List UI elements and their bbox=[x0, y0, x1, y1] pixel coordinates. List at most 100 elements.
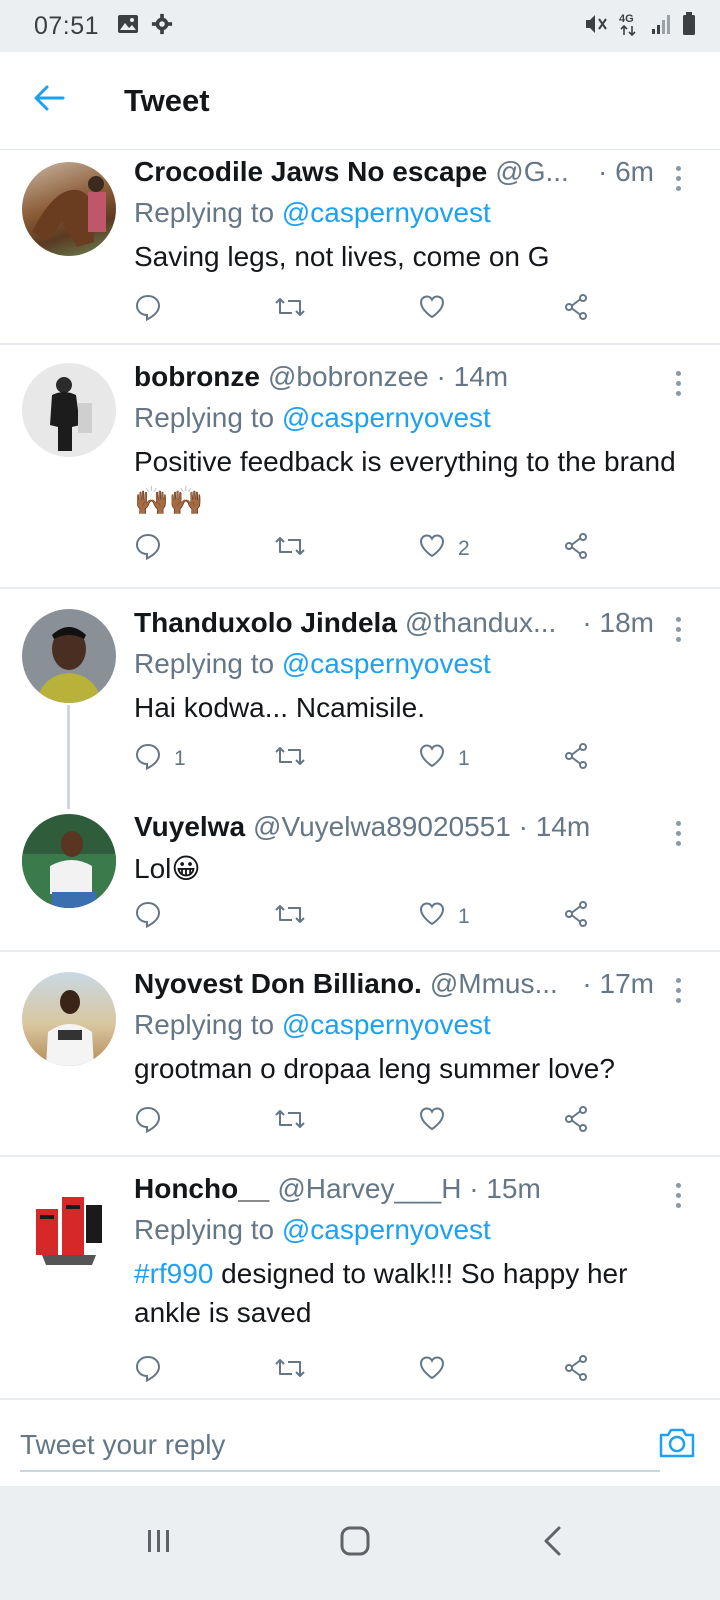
more-options-button[interactable] bbox=[666, 160, 690, 196]
like-count: 2 bbox=[458, 537, 470, 560]
mention-link[interactable]: @caspernyovest bbox=[282, 402, 491, 433]
author-handle[interactable]: @Mmus... bbox=[430, 966, 558, 1002]
tweet-item[interactable]: Crocodile Jaws No escape @G... · 6m Repl… bbox=[0, 150, 720, 345]
thread-connector bbox=[67, 705, 70, 809]
author-name[interactable]: Crocodile Jaws No escape bbox=[134, 154, 487, 190]
share-button[interactable] bbox=[562, 739, 590, 779]
more-options-button[interactable] bbox=[666, 611, 690, 647]
retweet-button[interactable] bbox=[274, 739, 306, 779]
share-icon bbox=[562, 900, 590, 934]
author-handle[interactable]: @bobronzee · 14m bbox=[268, 359, 508, 395]
author-name[interactable]: bobronze bbox=[134, 359, 260, 395]
mention-link[interactable]: @caspernyovest bbox=[282, 1009, 491, 1040]
share-icon bbox=[562, 532, 590, 566]
retweet-icon bbox=[274, 532, 306, 566]
more-options-button[interactable] bbox=[666, 365, 690, 401]
reply-button[interactable] bbox=[134, 897, 174, 937]
tweet-text: #rf990 designed to walk!!! So happy her … bbox=[134, 1254, 680, 1332]
like-button[interactable]: 1 bbox=[418, 897, 470, 937]
share-button[interactable] bbox=[562, 1351, 590, 1391]
heart-icon bbox=[418, 900, 446, 934]
avatar[interactable] bbox=[22, 814, 116, 908]
mention-link[interactable]: @caspernyovest bbox=[282, 648, 491, 679]
comment-icon bbox=[134, 293, 162, 327]
like-button[interactable]: 1 bbox=[418, 739, 470, 779]
home-button[interactable] bbox=[320, 1508, 390, 1578]
avatar[interactable] bbox=[22, 1179, 116, 1273]
author-name[interactable]: Thanduxolo Jindela bbox=[134, 605, 397, 641]
back-button[interactable] bbox=[24, 76, 74, 126]
more-options-button[interactable] bbox=[666, 1177, 690, 1213]
retweet-icon bbox=[274, 1354, 306, 1388]
more-vertical-icon bbox=[675, 616, 681, 622]
reply-button[interactable] bbox=[134, 529, 174, 569]
author-handle[interactable]: @G... bbox=[495, 154, 569, 190]
more-vertical-icon bbox=[675, 165, 681, 171]
avatar[interactable] bbox=[22, 609, 116, 703]
author-handle[interactable]: @Harvey___H · 15m bbox=[277, 1171, 540, 1207]
more-options-button[interactable] bbox=[666, 815, 690, 851]
retweet-button[interactable] bbox=[274, 1102, 306, 1142]
like-count: 1 bbox=[458, 905, 470, 928]
retweet-button[interactable] bbox=[274, 529, 306, 569]
reply-button[interactable] bbox=[134, 1351, 174, 1391]
home-icon bbox=[339, 1525, 371, 1562]
settings-gear-icon bbox=[151, 13, 173, 40]
tweet-item[interactable]: Honcho__ @Harvey___H · 15m Replying to @… bbox=[0, 1157, 720, 1398]
chevron-left-icon bbox=[541, 1525, 565, 1562]
tweet-item[interactable]: bobronze @bobronzee · 14m Replying to @c… bbox=[0, 345, 720, 589]
share-icon bbox=[562, 1354, 590, 1388]
author-handle[interactable]: @thandux... bbox=[405, 605, 556, 641]
retweet-icon bbox=[274, 293, 306, 327]
like-count: 1 bbox=[458, 747, 470, 770]
replying-prefix: Replying to bbox=[134, 1214, 282, 1245]
comment-icon bbox=[134, 1105, 162, 1139]
reply-button[interactable] bbox=[134, 1102, 174, 1142]
replying-prefix: Replying to bbox=[134, 197, 282, 228]
tweet-item[interactable]: Nyovest Don Billiano. @Mmus... · 17m Rep… bbox=[0, 952, 720, 1157]
author-name[interactable]: Vuyelwa bbox=[134, 809, 245, 845]
author-name[interactable]: Nyovest Don Billiano. bbox=[134, 966, 422, 1002]
gallery-icon bbox=[117, 14, 139, 39]
share-button[interactable] bbox=[562, 1102, 590, 1142]
share-button[interactable] bbox=[562, 290, 590, 330]
author-name[interactable]: Honcho__ bbox=[134, 1171, 269, 1207]
retweet-icon bbox=[274, 1105, 306, 1139]
avatar[interactable] bbox=[22, 363, 116, 457]
like-button[interactable] bbox=[418, 1351, 458, 1391]
heart-icon bbox=[418, 532, 446, 566]
tweet-time: · 18m bbox=[582, 607, 654, 638]
share-button[interactable] bbox=[562, 897, 590, 937]
share-button[interactable] bbox=[562, 529, 590, 569]
tweet-text: Positive feedback is everything to the b… bbox=[134, 446, 676, 516]
more-options-button[interactable] bbox=[666, 972, 690, 1008]
recent-apps-icon bbox=[144, 1526, 174, 1561]
mention-link[interactable]: @caspernyovest bbox=[282, 1214, 491, 1245]
reply-feed[interactable]: Crocodile Jaws No escape @G... · 6m Repl… bbox=[0, 150, 720, 1398]
tweet-text: Saving legs, not lives, come on G bbox=[134, 241, 550, 272]
like-button[interactable] bbox=[418, 1102, 458, 1142]
status-time: 07:51 bbox=[34, 11, 100, 40]
reply-button[interactable] bbox=[134, 290, 174, 330]
avatar[interactable] bbox=[22, 972, 116, 1066]
replying-to: Replying to @caspernyovest bbox=[134, 1212, 680, 1248]
network-4g-icon: 4G bbox=[618, 11, 640, 42]
like-button[interactable]: 2 bbox=[418, 529, 470, 569]
reply-input[interactable] bbox=[20, 1420, 660, 1472]
back-nav-button[interactable] bbox=[518, 1508, 588, 1578]
recent-apps-button[interactable] bbox=[124, 1508, 194, 1578]
retweet-button[interactable] bbox=[274, 897, 306, 937]
hashtag-link[interactable]: #rf990 bbox=[134, 1258, 213, 1289]
more-vertical-icon bbox=[675, 820, 681, 826]
reply-button[interactable]: 1 bbox=[134, 739, 186, 779]
camera-button[interactable] bbox=[656, 1422, 698, 1464]
like-button[interactable] bbox=[418, 290, 458, 330]
replying-prefix: Replying to bbox=[134, 1009, 282, 1040]
mention-link[interactable]: @caspernyovest bbox=[282, 197, 491, 228]
retweet-button[interactable] bbox=[274, 290, 306, 330]
comment-icon bbox=[134, 1354, 162, 1388]
avatar[interactable] bbox=[22, 162, 116, 256]
retweet-button[interactable] bbox=[274, 1351, 306, 1391]
tweet-text: Hai kodwa... Ncamisile. bbox=[134, 692, 425, 723]
author-handle[interactable]: @Vuyelwa89020551 · 14m bbox=[253, 809, 590, 845]
